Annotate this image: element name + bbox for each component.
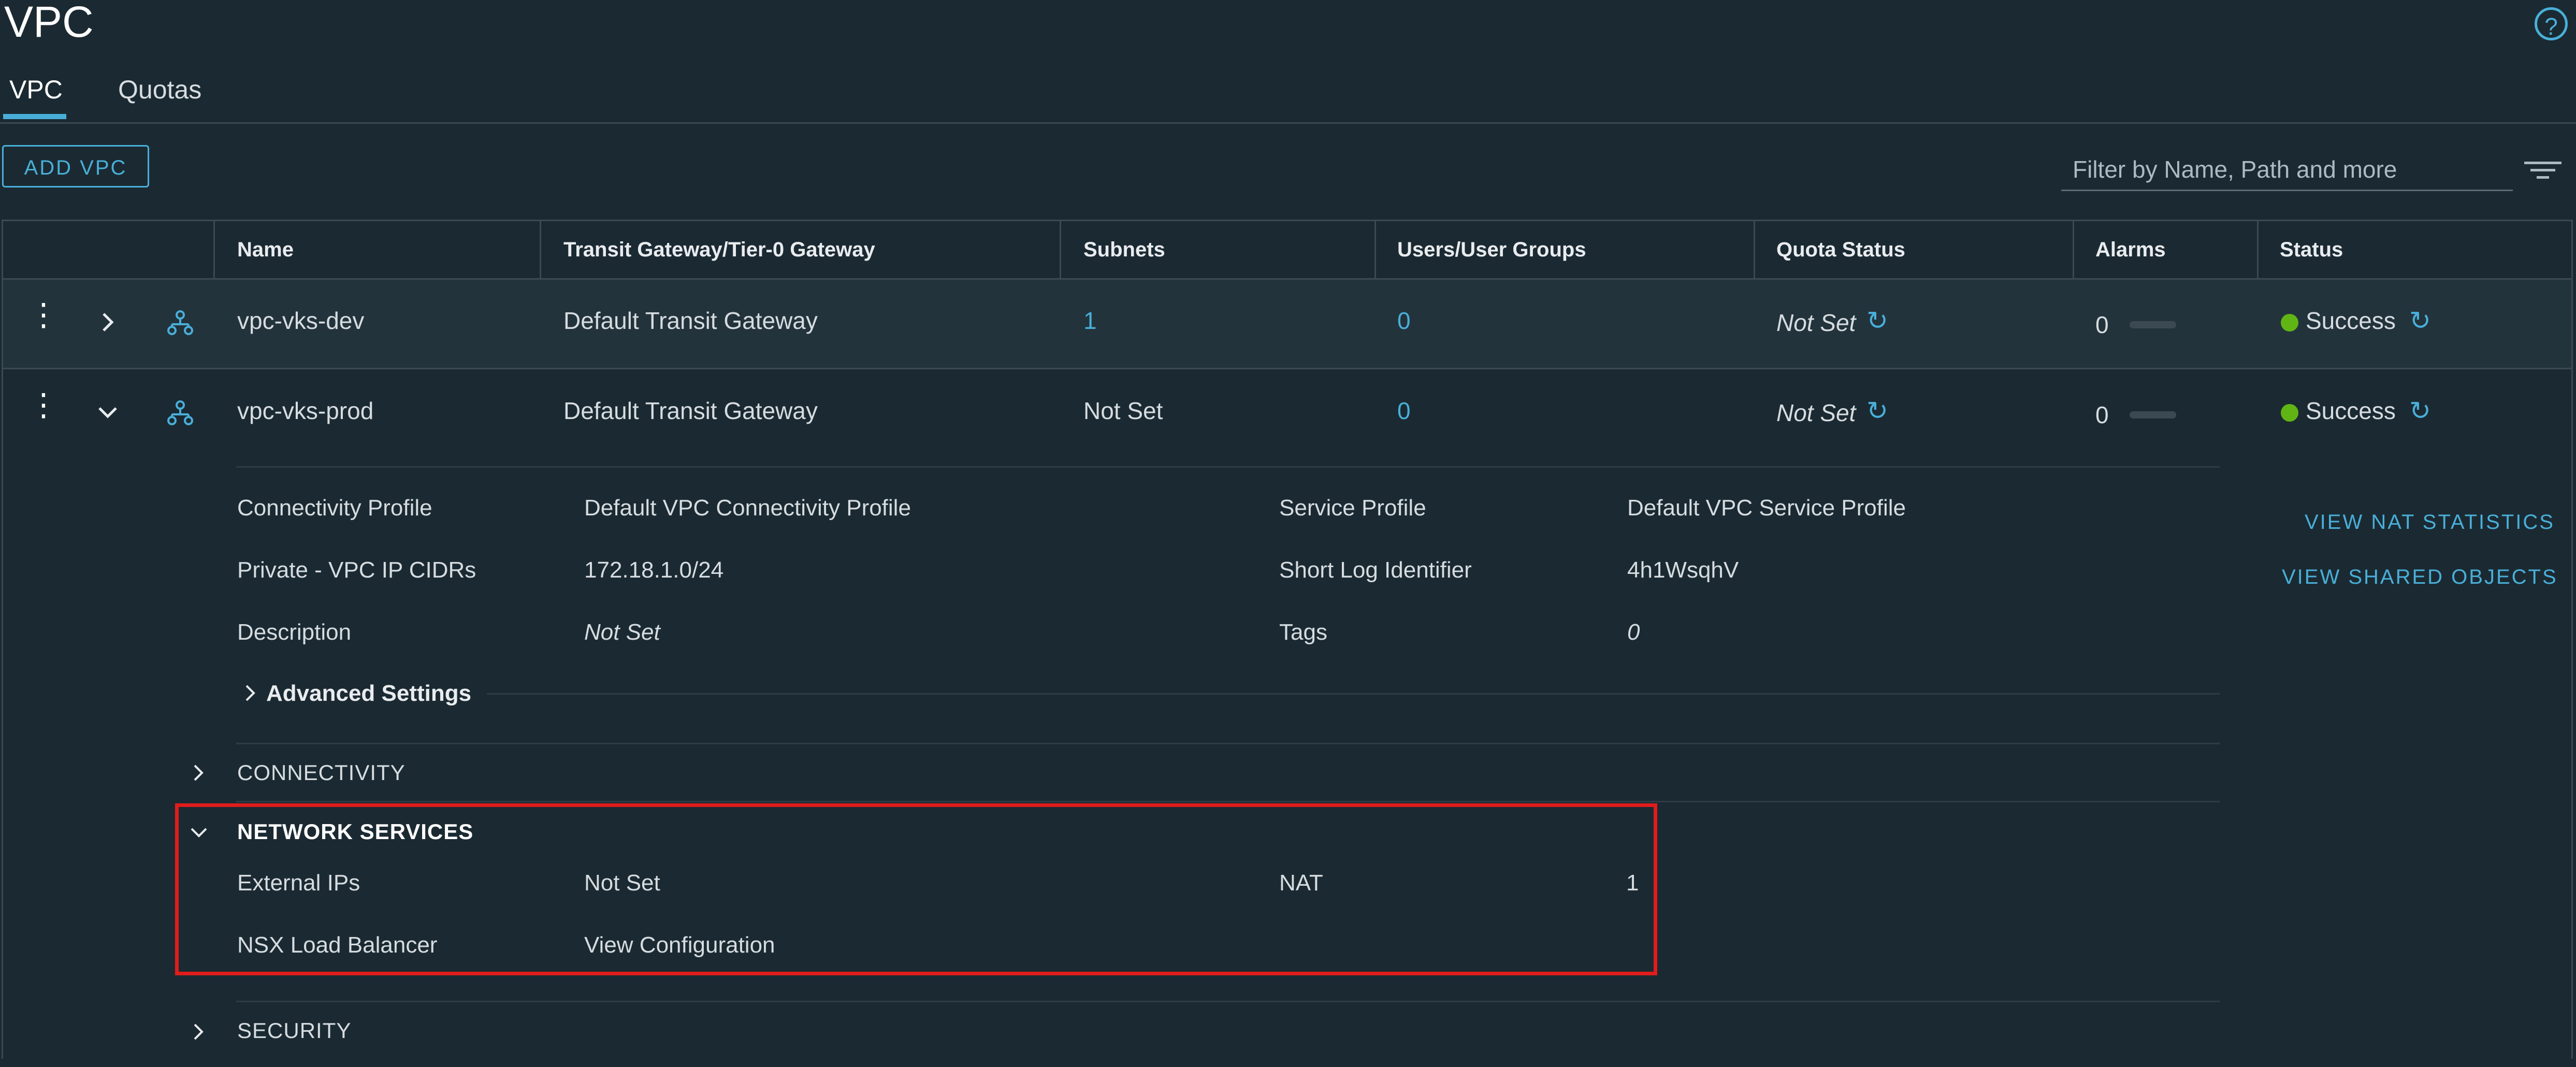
connectivity-profile-label: Connectivity Profile <box>237 495 432 521</box>
nat-count-link[interactable]: 1 <box>1626 870 1639 896</box>
short-log-label: Short Log Identifier <box>1279 557 1472 583</box>
status-success-icon <box>2281 403 2298 422</box>
column-separator <box>540 221 541 278</box>
subnets-value: Not Set <box>1083 397 1163 424</box>
private-cidrs-label: Private - VPC IP CIDRs <box>237 557 476 583</box>
detail-divider <box>236 466 2220 468</box>
column-header-status[interactable]: Status <box>2280 221 2343 278</box>
quota-status: Not Set <box>1776 309 1856 336</box>
column-header-subnets[interactable]: Subnets <box>1083 221 1165 278</box>
section-divider <box>236 801 2220 802</box>
refresh-icon[interactable]: ↻ <box>2409 396 2431 426</box>
table-row[interactable] <box>3 280 2571 369</box>
connectivity-section-toggle[interactable]: CONNECTIVITY <box>237 760 406 785</box>
tags-value: 0 <box>1627 619 1640 645</box>
column-separator <box>1754 221 1755 278</box>
column-header-users[interactable]: Users/User Groups <box>1397 221 1586 278</box>
column-header-alarms[interactable]: Alarms <box>2095 221 2166 278</box>
advanced-settings-toggle[interactable]: Advanced Settings <box>266 681 471 706</box>
load-balancer-label: NSX Load Balancer <box>237 932 438 958</box>
description-label: Description <box>237 619 352 645</box>
column-separator <box>1374 221 1376 278</box>
column-header-name[interactable]: Name <box>237 221 294 278</box>
vpc-name: vpc-vks-dev <box>237 307 365 334</box>
filter-field[interactable] <box>2061 149 2513 191</box>
advanced-divider <box>487 693 2220 695</box>
description-value: Not Set <box>584 619 660 645</box>
column-header-gateway[interactable]: Transit Gateway/Tier-0 Gateway <box>563 221 875 278</box>
status-text: Success <box>2306 397 2396 424</box>
column-separator <box>213 221 215 278</box>
chevron-down-icon[interactable] <box>189 825 209 840</box>
refresh-icon[interactable]: ↻ <box>1866 306 1888 336</box>
security-section-toggle[interactable]: SECURITY <box>237 1018 351 1043</box>
view-nat-statistics-link[interactable]: VIEW NAT STATISTICS <box>2305 511 2555 534</box>
section-divider <box>236 1001 2220 1002</box>
page-title: VPC <box>4 0 94 46</box>
add-vpc-button[interactable]: ADD VPC <box>2 145 149 188</box>
help-icon[interactable]: ? <box>2535 7 2568 40</box>
users-link[interactable]: 0 <box>1397 397 1411 425</box>
service-profile-link[interactable]: Default VPC Service Profile <box>1627 495 1906 521</box>
refresh-icon[interactable]: ↻ <box>1866 396 1888 426</box>
view-configuration-link[interactable]: View Configuration <box>584 932 775 958</box>
network-services-section-toggle[interactable]: NETWORK SERVICES <box>237 819 473 844</box>
tab-quotas[interactable]: Quotas <box>118 75 201 105</box>
connectivity-profile-link[interactable]: Default VPC Connectivity Profile <box>584 495 911 521</box>
refresh-icon[interactable]: ↻ <box>2409 306 2431 336</box>
vpc-icon <box>166 399 195 428</box>
subnets-link[interactable]: 1 <box>1083 307 1097 335</box>
short-log-value: 4h1WsqhV <box>1627 557 1739 583</box>
view-shared-objects-link[interactable]: VIEW SHARED OBJECTS <box>2282 566 2558 589</box>
filter-input[interactable] <box>2061 149 2513 190</box>
section-divider <box>236 743 2220 744</box>
alarms-bar <box>2130 321 2176 328</box>
active-tab-indicator <box>3 114 66 119</box>
quota-status: Not Set <box>1776 399 1856 426</box>
chevron-right-icon[interactable] <box>242 683 258 703</box>
users-link[interactable]: 0 <box>1397 307 1411 335</box>
row-actions-icon[interactable]: ⋮ <box>28 299 59 330</box>
row-actions-icon[interactable]: ⋮ <box>28 390 59 421</box>
nat-label: NAT <box>1279 870 1323 896</box>
status-badge: Success <box>2281 397 2396 425</box>
status-text: Success <box>2306 307 2396 334</box>
tab-vpc[interactable]: VPC <box>9 75 63 105</box>
column-separator <box>2257 221 2259 278</box>
status-badge: Success <box>2281 307 2396 335</box>
service-profile-label: Service Profile <box>1279 495 1426 521</box>
chevron-right-icon[interactable] <box>191 762 206 783</box>
status-success-icon <box>2281 313 2298 331</box>
gateway-value: Default Transit Gateway <box>563 307 818 334</box>
chevron-down-icon[interactable] <box>97 402 118 423</box>
alarms-count: 0 <box>2095 401 2109 428</box>
alarms-count: 0 <box>2095 311 2109 338</box>
gateway-value: Default Transit Gateway <box>563 397 818 424</box>
chevron-right-icon[interactable] <box>97 312 118 333</box>
filter-icon[interactable] <box>2522 155 2564 184</box>
tags-label: Tags <box>1279 619 1327 645</box>
column-separator <box>1060 221 1061 278</box>
tab-bar: VPC Quotas <box>0 62 2576 124</box>
chevron-right-icon[interactable] <box>191 1021 206 1042</box>
column-separator <box>2073 221 2074 278</box>
external-ips-value: Not Set <box>584 870 660 896</box>
private-cidrs-value: 172.18.1.0/24 <box>584 557 724 583</box>
column-header-quota[interactable]: Quota Status <box>1776 221 1905 278</box>
alarms-bar <box>2130 411 2176 419</box>
vpc-icon <box>166 309 195 338</box>
external-ips-label: External IPs <box>237 870 360 896</box>
vpc-name: vpc-vks-prod <box>237 397 374 424</box>
table-header: Name Transit Gateway/Tier-0 Gateway Subn… <box>3 221 2571 280</box>
